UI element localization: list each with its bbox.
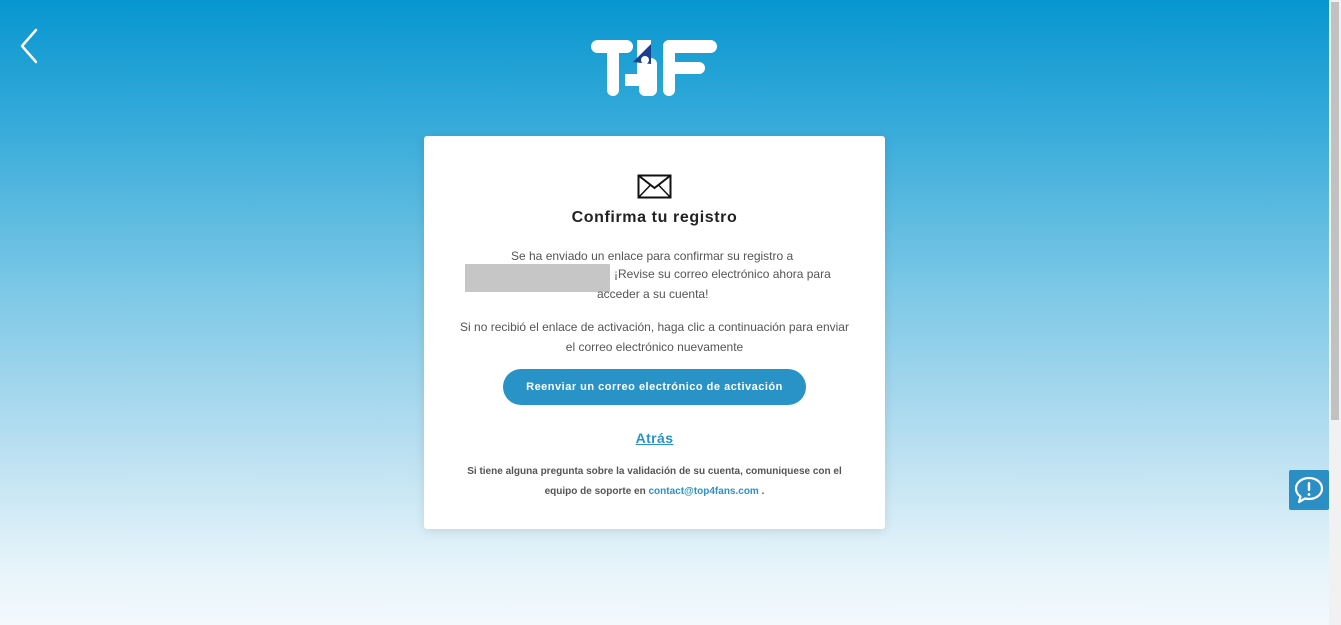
support-email-link[interactable]: contact@top4fans.com bbox=[649, 486, 759, 497]
scrollbar-thumb[interactable] bbox=[1331, 2, 1339, 420]
back-link[interactable]: Atrás bbox=[424, 430, 885, 446]
logo bbox=[589, 34, 721, 100]
support-text: Si tiene alguna pregunta sobre la valida… bbox=[464, 462, 845, 502]
chat-alert-icon bbox=[1294, 476, 1324, 504]
message-line: ¡Revise su correo electrónico ahora para bbox=[614, 267, 831, 281]
envelope-icon bbox=[637, 174, 672, 199]
message-line: acceder a su cuenta! bbox=[597, 287, 709, 301]
resend-activation-button[interactable]: Reenviar un correo electrónico de activa… bbox=[503, 369, 806, 405]
feedback-button[interactable] bbox=[1289, 470, 1329, 510]
scrollbar[interactable] bbox=[1329, 0, 1341, 625]
confirmation-card: Confirma tu registro Se ha enviado un en… bbox=[424, 136, 885, 529]
redacted-email bbox=[465, 264, 610, 292]
support-suffix: . bbox=[761, 486, 765, 497]
back-button[interactable] bbox=[14, 24, 46, 68]
chevron-left-icon bbox=[20, 28, 38, 64]
resend-prompt: Si no recibió el enlace de activación, h… bbox=[460, 320, 849, 354]
page-title: Confirma tu registro bbox=[571, 209, 738, 226]
